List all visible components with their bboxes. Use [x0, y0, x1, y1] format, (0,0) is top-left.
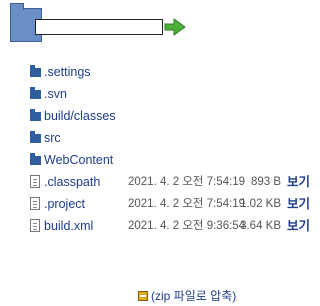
go-arrow-icon[interactable] [164, 18, 186, 36]
view-link[interactable]: 보기 [287, 194, 310, 214]
entry-size: 893 B [250, 176, 281, 188]
entry-name[interactable]: src [44, 128, 61, 148]
header [10, 3, 210, 48]
zip-icon [138, 291, 148, 301]
folder-row-settings[interactable]: .settings [30, 62, 315, 84]
file-icon [30, 175, 40, 188]
folder-row-src[interactable]: src [30, 128, 315, 150]
entry-name[interactable]: .classpath [44, 172, 100, 192]
entry-name[interactable]: .svn [44, 84, 67, 104]
view-link[interactable]: 보기 [287, 172, 310, 192]
path-input[interactable] [35, 19, 163, 35]
entry-name[interactable]: build/classes [44, 106, 116, 126]
zip-label[interactable]: (zip 파일로 압축) [151, 289, 236, 303]
file-list: .settings .svn build/classes src WebCont… [30, 62, 315, 238]
entry-name[interactable]: .project [44, 194, 85, 214]
zip-download-link[interactable]: (zip 파일로 압축) [138, 287, 236, 304]
folder-row-svn[interactable]: .svn [30, 84, 315, 106]
folder-icon [30, 109, 41, 121]
entry-date: 2021. 4. 2 오전 7:54:19 [128, 198, 246, 210]
entry-size: 3.64 KB [240, 220, 281, 232]
entry-date: 2021. 4. 2 오전 7:54:19 [128, 176, 246, 188]
view-link[interactable]: 보기 [287, 216, 310, 236]
entry-name[interactable]: .settings [44, 62, 91, 82]
folder-row-build-classes[interactable]: build/classes [30, 106, 315, 128]
folder-row-webcontent[interactable]: WebContent [30, 150, 315, 172]
file-row-classpath: .classpath 2021. 4. 2 오전 7:54:19 893 B 보… [30, 172, 315, 194]
entry-size: 1.02 KB [240, 198, 281, 210]
folder-icon [30, 65, 41, 77]
entry-date: 2021. 4. 2 오전 9:36:54 [128, 220, 246, 232]
folder-icon [30, 153, 41, 165]
entry-name[interactable]: WebContent [44, 150, 113, 170]
file-row-build-xml: build.xml 2021. 4. 2 오전 9:36:54 3.64 KB … [30, 216, 315, 238]
file-icon [30, 197, 40, 210]
folder-icon [30, 87, 41, 99]
file-row-project: .project 2021. 4. 2 오전 7:54:19 1.02 KB 보… [30, 194, 315, 216]
file-icon [30, 219, 40, 232]
folder-icon [30, 131, 41, 143]
entry-name[interactable]: build.xml [44, 216, 93, 236]
